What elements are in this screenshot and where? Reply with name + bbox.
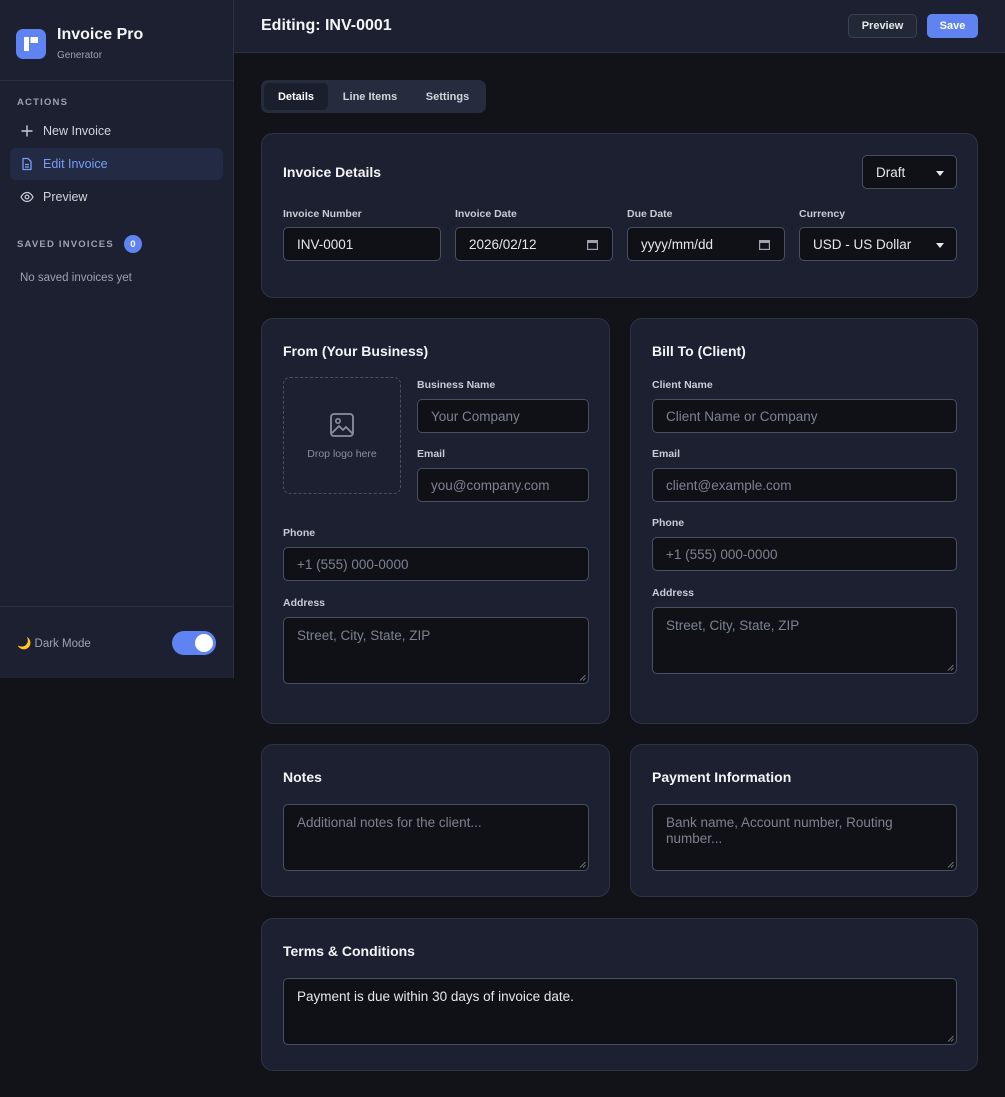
app-subtitle: Generator — [57, 50, 103, 61]
invoice-number-label: Invoice Number — [283, 208, 362, 220]
invoice-number-input[interactable]: INV-0001 — [283, 227, 441, 261]
payment-title: Payment Information — [652, 769, 792, 785]
sidebar-item-label: Preview — [43, 190, 88, 204]
from-business-card: From (Your Business) Drop logo here Busi… — [261, 318, 610, 724]
invoice-date-label: Invoice Date — [455, 208, 517, 220]
dark-mode-toggle[interactable] — [172, 630, 216, 655]
payment-info-card: Payment Information Bank name, Account n… — [630, 744, 978, 897]
terms-textarea[interactable]: Payment is due within 30 days of invoice… — [283, 978, 957, 1045]
invoice-details-card: Invoice Details Draft Invoice Number INV… — [261, 133, 978, 298]
tab-details[interactable]: Details — [264, 83, 328, 110]
sidebar-item-label: New Invoice — [43, 124, 112, 138]
toggle-knob — [195, 633, 213, 652]
chevron-down-icon — [936, 243, 944, 248]
terms-card: Terms & Conditions Payment is due within… — [261, 918, 978, 1071]
currency-value: USD - US Dollar — [813, 236, 912, 252]
client-address-textarea[interactable]: Street, City, State, ZIP — [652, 607, 957, 674]
resize-grip-icon[interactable] — [579, 861, 586, 868]
status-value: Draft — [876, 164, 906, 180]
client-address-placeholder: Street, City, State, ZIP — [666, 618, 800, 633]
calendar-icon[interactable] — [759, 239, 770, 250]
business-name-label: Business Name — [417, 379, 496, 391]
from-title: From (Your Business) — [283, 343, 429, 359]
due-date-label: Due Date — [627, 208, 673, 220]
resize-grip-icon[interactable] — [947, 664, 954, 671]
app-title: Invoice Pro — [57, 26, 144, 43]
sidebar-item-preview[interactable]: Preview — [10, 181, 223, 213]
client-address-label: Address — [652, 587, 695, 599]
chevron-down-icon — [936, 171, 944, 176]
tab-settings[interactable]: Settings — [412, 83, 483, 110]
actions-section-label: Actions — [17, 97, 69, 108]
logo-dropzone-text: Drop logo here — [307, 447, 377, 460]
due-date-input[interactable]: yyyy/mm/dd — [627, 227, 785, 261]
dark-mode-label: 🌙 Dark Mode — [17, 637, 91, 650]
brand: Invoice Pro Generator — [0, 0, 233, 81]
client-name-label: Client Name — [652, 379, 713, 391]
terms-value: Payment is due within 30 days of invoice… — [297, 989, 574, 1004]
sidebar-item-edit-invoice[interactable]: Edit Invoice — [10, 148, 223, 180]
logo-dropzone[interactable]: Drop logo here — [283, 377, 401, 494]
currency-select[interactable]: USD - US Dollar — [799, 227, 957, 261]
client-email-input[interactable]: client@example.com — [652, 468, 957, 502]
from-email-label: Email — [417, 448, 446, 460]
notes-title: Notes — [283, 769, 322, 785]
from-address-textarea[interactable]: Street, City, State, ZIP — [283, 617, 589, 684]
client-email-label: Email — [652, 448, 681, 460]
due-date-placeholder: yyyy/mm/dd — [641, 236, 714, 252]
notes-placeholder: Additional notes for the client... — [297, 815, 482, 830]
app-logo-icon — [16, 28, 46, 59]
preview-button[interactable]: Preview — [848, 14, 917, 38]
client-phone-label: Phone — [652, 517, 685, 529]
resize-grip-icon[interactable] — [579, 674, 586, 681]
save-button[interactable]: Save — [927, 14, 978, 38]
business-name-input[interactable]: Your Company — [417, 399, 589, 433]
invoice-details-title: Invoice Details — [283, 164, 382, 180]
header: Editing: INV-0001 Preview Save — [234, 0, 1005, 53]
notes-textarea[interactable]: Additional notes for the client... — [283, 804, 589, 871]
dark-mode-row: 🌙 Dark Mode — [0, 606, 233, 678]
terms-title: Terms & Conditions — [283, 943, 415, 959]
currency-label: Currency — [799, 208, 846, 220]
from-address-placeholder: Street, City, State, ZIP — [297, 628, 431, 643]
calendar-icon[interactable] — [587, 239, 598, 250]
document-icon — [20, 157, 34, 171]
saved-invoices-header: Saved Invoices 0 — [17, 235, 142, 253]
from-address-label: Address — [283, 597, 326, 609]
tab-line-items[interactable]: Line Items — [328, 83, 412, 110]
saved-invoices-empty: No saved invoices yet — [20, 272, 132, 284]
sidebar-item-label: Edit Invoice — [43, 157, 108, 171]
status-select[interactable]: Draft — [862, 155, 957, 189]
resize-grip-icon[interactable] — [947, 861, 954, 868]
payment-placeholder: Bank name, Account number, Routing numbe… — [666, 815, 893, 846]
payment-textarea[interactable]: Bank name, Account number, Routing numbe… — [652, 804, 957, 871]
invoice-date-value: 2026/02/12 — [469, 236, 537, 252]
tab-bar: Details Line Items Settings — [261, 80, 486, 113]
invoice-date-input[interactable]: 2026/02/12 — [455, 227, 613, 261]
sidebar: Invoice Pro Generator Actions New Invoic… — [0, 0, 234, 678]
client-phone-input[interactable]: +1 (555) 000-0000 — [652, 537, 957, 571]
eye-icon — [20, 190, 34, 204]
bill-to-title: Bill To (Client) — [652, 343, 746, 359]
from-phone-label: Phone — [283, 527, 316, 539]
saved-invoices-label: Saved Invoices — [17, 238, 114, 250]
bill-to-card: Bill To (Client) Client Name Client Name… — [630, 318, 978, 724]
from-email-input[interactable]: you@company.com — [417, 468, 589, 502]
saved-count-badge: 0 — [123, 235, 142, 253]
plus-icon — [20, 124, 34, 138]
page-title: Editing: INV-0001 — [261, 17, 392, 34]
resize-grip-icon[interactable] — [947, 1035, 954, 1042]
sidebar-item-new-invoice[interactable]: New Invoice — [10, 115, 223, 147]
image-icon — [330, 412, 354, 437]
from-phone-input[interactable]: +1 (555) 000-0000 — [283, 547, 589, 581]
notes-card: Notes Additional notes for the client... — [261, 744, 610, 897]
client-name-input[interactable]: Client Name or Company — [652, 399, 957, 433]
